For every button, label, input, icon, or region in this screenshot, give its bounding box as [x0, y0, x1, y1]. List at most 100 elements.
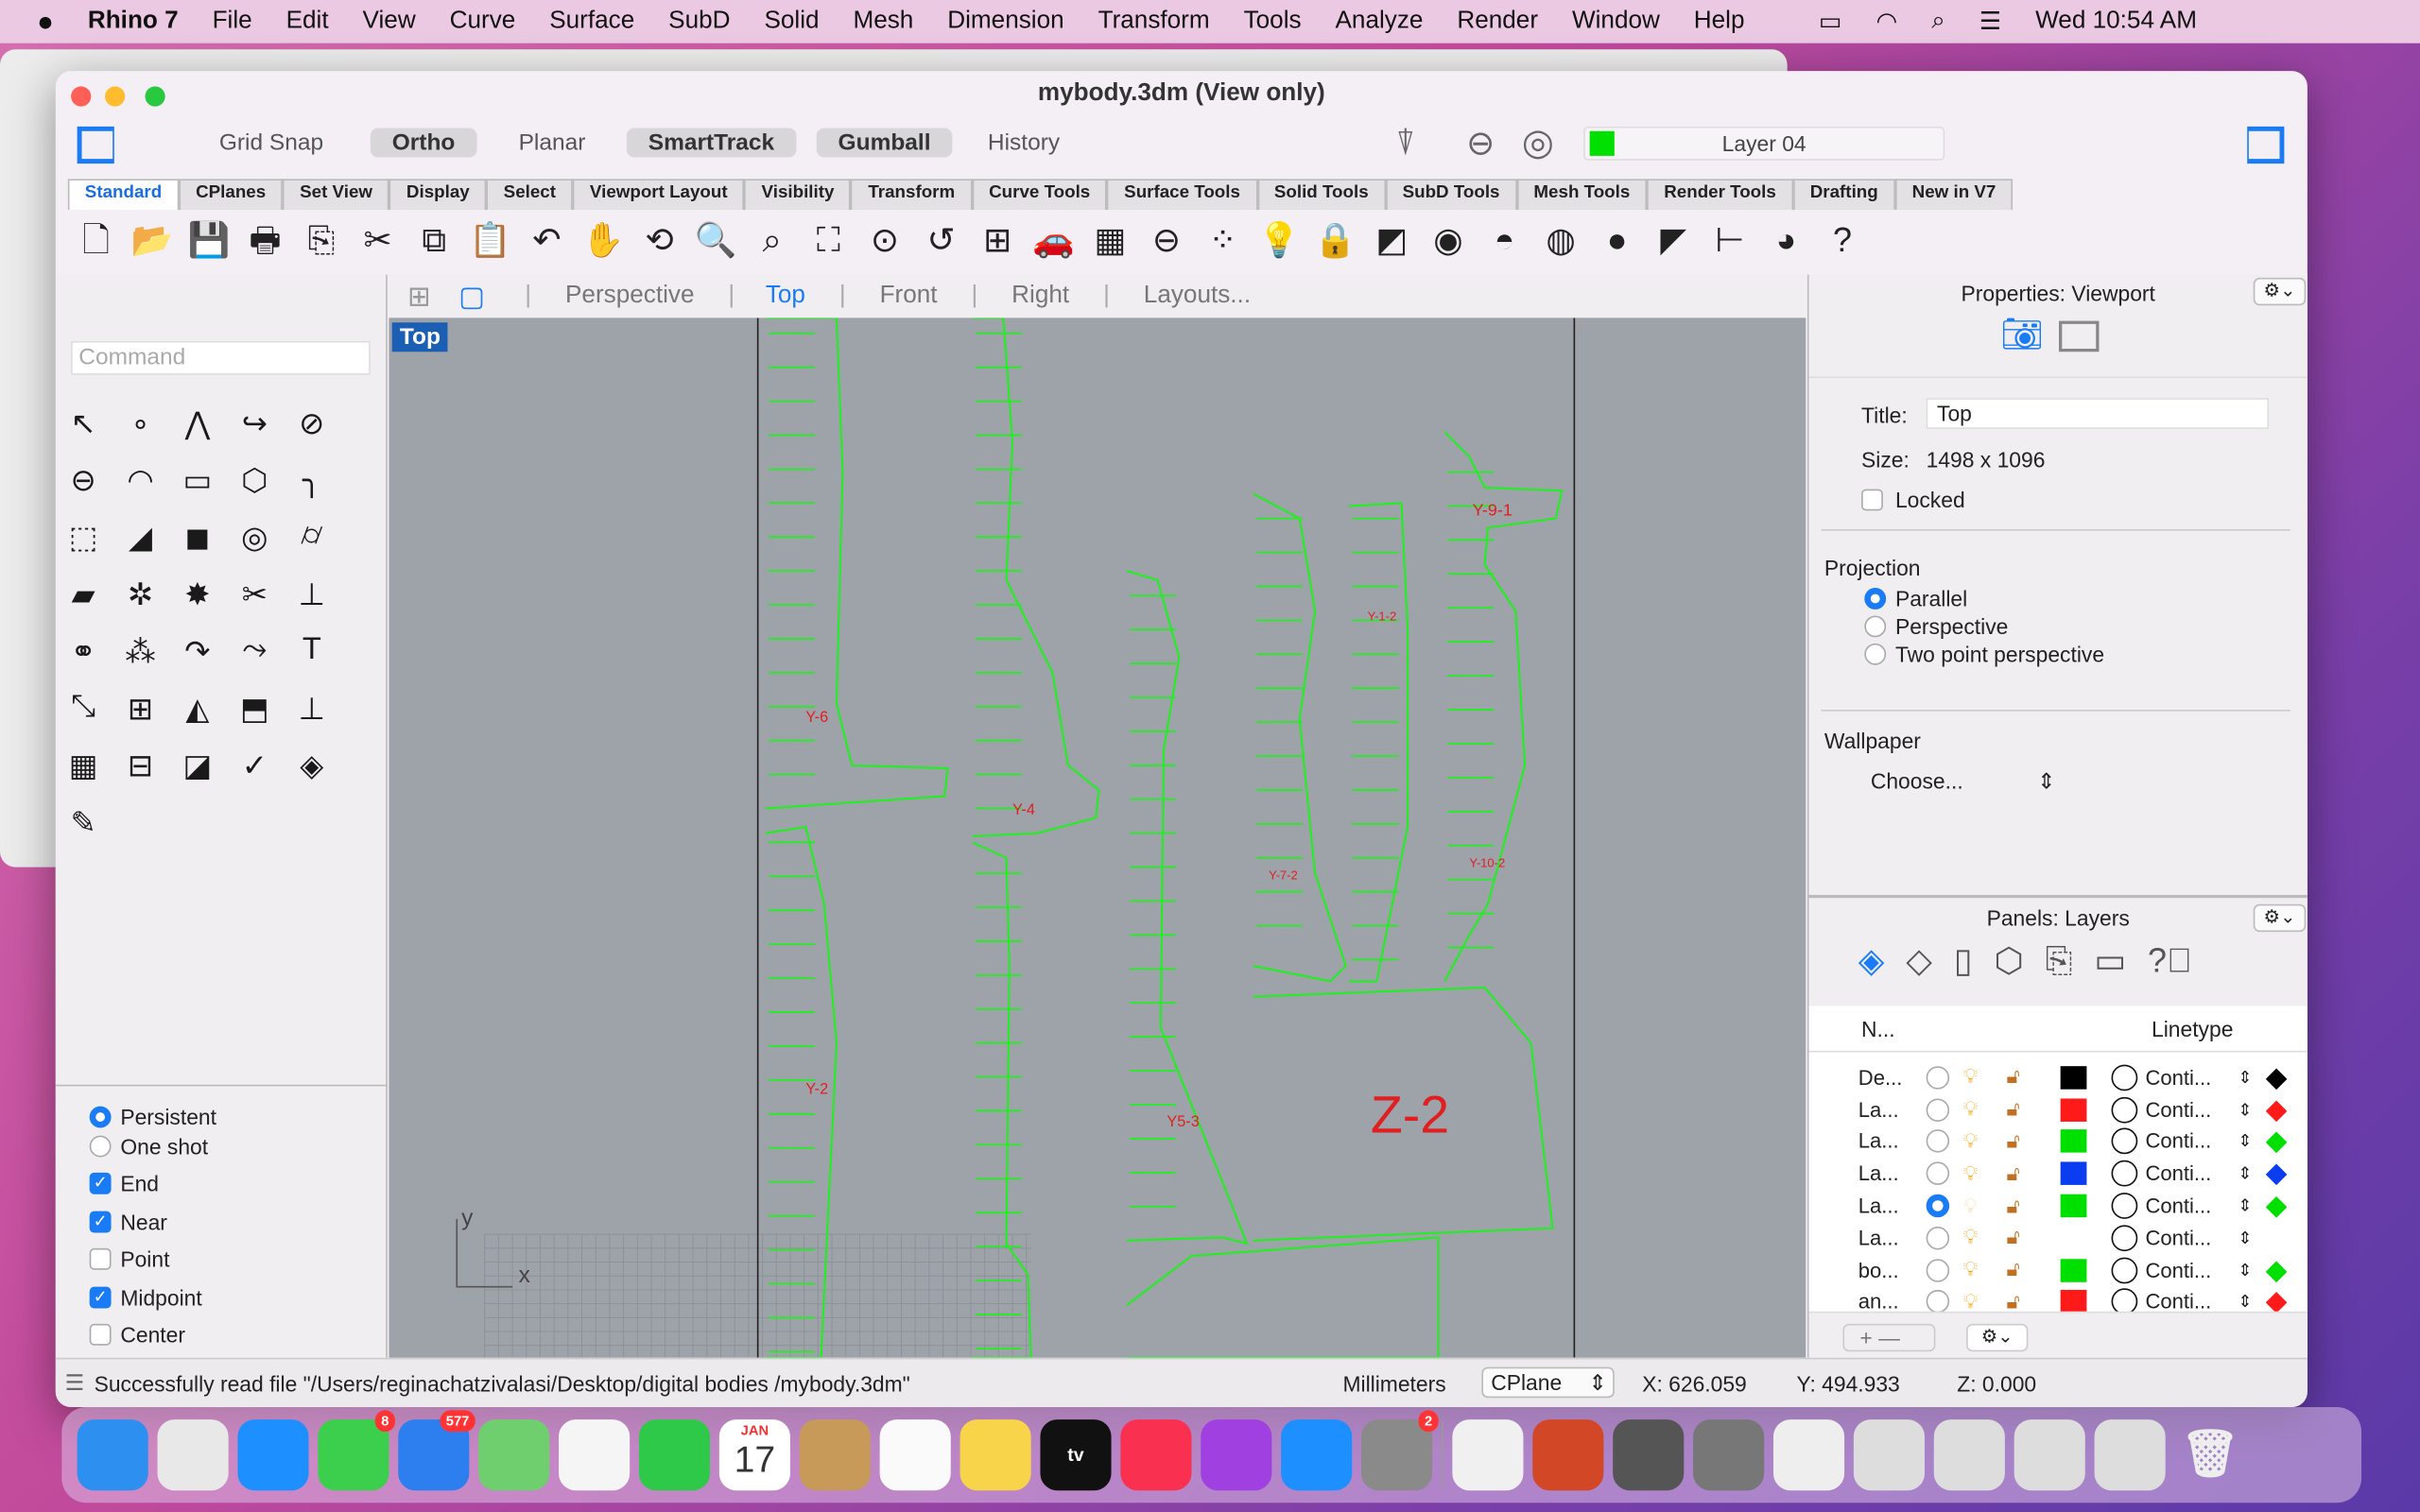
dock-tv[interactable]: tv: [1040, 1419, 1112, 1491]
dock-powerpoint[interactable]: [1532, 1419, 1604, 1491]
four-view-icon[interactable]: ⊞: [407, 280, 431, 312]
tab-transform[interactable]: Transform: [851, 179, 973, 211]
light-icon[interactable]: 💡: [1251, 216, 1307, 266]
control-center-icon[interactable]: ☰: [1979, 7, 2001, 38]
history-toggle[interactable]: History: [966, 129, 1081, 158]
lightbulb-icon[interactable]: 💡︎: [1963, 1065, 1978, 1090]
dock-rhino[interactable]: [1613, 1419, 1685, 1491]
lightbulb-icon[interactable]: 💡︎: [1963, 1161, 1978, 1186]
tab-select[interactable]: Select: [486, 179, 573, 211]
circle-tool[interactable]: ⊘: [288, 404, 335, 443]
screenshot-2[interactable]: [1933, 1419, 2005, 1491]
lock-icon[interactable]: 🔓︎: [2007, 1194, 2020, 1218]
units[interactable]: Millimeters: [1342, 1371, 1445, 1396]
osnap-one-shot[interactable]: One shot: [89, 1127, 216, 1165]
tab-solid-tools[interactable]: Solid Tools: [1256, 179, 1386, 211]
four-view-icon[interactable]: ⊞: [969, 216, 1026, 266]
dock-calendar[interactable]: JAN 17: [718, 1419, 790, 1491]
layers-gear-menu[interactable]: ⚙⌄: [2253, 903, 2307, 933]
color-wheel-icon[interactable]: ◉: [1420, 216, 1477, 266]
arc-tool[interactable]: ◠: [117, 461, 164, 500]
layer-name[interactable]: La...: [1858, 1162, 1899, 1185]
help-icon[interactable]: ?: [1814, 216, 1871, 266]
lightbulb-icon[interactable]: 💡︎: [1963, 1258, 1978, 1282]
current-layer-radio[interactable]: [1926, 1129, 1950, 1154]
search-icon[interactable]: ⌕: [1931, 8, 1945, 35]
apple-icon[interactable]: ●: [37, 6, 54, 38]
tab-drafting[interactable]: Drafting: [1792, 179, 1895, 211]
target-icon[interactable]: ◎: [1522, 120, 1554, 164]
layer-options-gear[interactable]: ⚙⌄: [1966, 1323, 2029, 1352]
dock-photos[interactable]: [559, 1419, 631, 1491]
zoom-selected-icon[interactable]: ⊙: [856, 216, 913, 266]
layer-color-swatch[interactable]: [2060, 1290, 2087, 1314]
explode-tool[interactable]: ✸: [174, 576, 220, 614]
command-input[interactable]: Command: [71, 340, 371, 375]
lightbulb-icon[interactable]: 💡︎: [1963, 1129, 1978, 1154]
tab-set-view[interactable]: Set View: [283, 179, 389, 211]
clock[interactable]: Wed 10:54 AM: [2035, 8, 2197, 35]
material-icon[interactable]: [2111, 1096, 2138, 1124]
layer-selector[interactable]: Layer 04: [1583, 126, 1945, 161]
dock-contacts[interactable]: [799, 1419, 871, 1491]
cube-icon[interactable]: ⬡: [1994, 941, 2023, 981]
column-name[interactable]: N...: [1861, 1017, 1895, 1041]
gear-tool[interactable]: ✲: [117, 576, 164, 614]
menu-file[interactable]: File: [213, 8, 252, 35]
top-viewport[interactable]: Top Y-6 Y-4 Y-2 Y5-3 Y-7-2 Y-1-2 Y-9-1 Y-10-2 Z-…: [389, 318, 1806, 1358]
paint-tool[interactable]: ✎: [60, 804, 107, 843]
open-icon[interactable]: 📂: [124, 216, 181, 266]
single-view-icon[interactable]: ▢: [458, 280, 485, 312]
menu-analyze[interactable]: Analyze: [1335, 8, 1423, 35]
screenshot-1[interactable]: [1853, 1419, 1925, 1491]
loft-tool[interactable]: ◢: [117, 519, 164, 558]
viewport-frame-icon[interactable]: [2059, 320, 2100, 352]
print-icon[interactable]: 🖶: [237, 216, 294, 266]
new-icon[interactable]: 🗋: [68, 216, 125, 266]
material-icon[interactable]: [2111, 1160, 2138, 1188]
print-color-icon[interactable]: ◆: [2266, 1158, 2288, 1190]
layer-row[interactable]: La... 💡︎ 🔓︎ Conti... ⇕ ◆: [1809, 1125, 2308, 1158]
layer-color-swatch[interactable]: [2060, 1194, 2087, 1218]
copy-icon[interactable]: ⧉: [406, 216, 462, 266]
fillet-tool[interactable]: ╮: [288, 461, 335, 500]
wifi-icon[interactable]: ◠: [1876, 7, 1897, 38]
menu-tools[interactable]: Tools: [1244, 8, 1302, 35]
layer-color-swatch[interactable]: [2060, 1097, 2087, 1122]
smarttrack-toggle[interactable]: SmartTrack: [626, 128, 797, 158]
help-icon[interactable]: ?⃝: [2148, 941, 2192, 981]
tab-subd-tools[interactable]: SubD Tools: [1385, 179, 1517, 211]
menu-help[interactable]: Help: [1694, 8, 1745, 35]
layer-name[interactable]: La...: [1858, 1130, 1899, 1153]
shade-tool[interactable]: ◈: [288, 747, 335, 785]
lightbulb-icon[interactable]: 💡︎: [1963, 1097, 1978, 1122]
dimension-icon[interactable]: ⊢: [1702, 216, 1758, 266]
layer-name[interactable]: bo...: [1858, 1259, 1899, 1281]
dock-notes[interactable]: [959, 1419, 1031, 1491]
list-icon[interactable]: ☰: [65, 1370, 85, 1397]
grid-snap-toggle[interactable]: Grid Snap: [198, 129, 345, 158]
print-color-icon[interactable]: ◆: [2266, 1254, 2288, 1286]
lock-icon[interactable]: 🔓︎: [2007, 1161, 2020, 1186]
locked-checkbox[interactable]: Locked: [1861, 488, 1965, 512]
tab-viewport-layout[interactable]: Viewport Layout: [572, 179, 745, 211]
text-tool[interactable]: T: [288, 632, 335, 668]
solid-edit-tool[interactable]: ⬒: [232, 690, 278, 729]
group-tool[interactable]: ⁂: [117, 632, 164, 671]
layer-linetype[interactable]: Conti...: [2145, 1227, 2211, 1249]
tab-display[interactable]: Display: [389, 179, 487, 211]
current-layer-radio[interactable]: [1926, 1290, 1950, 1314]
lock-icon[interactable]: 🔓︎: [2007, 1226, 2020, 1250]
dock-system-preferences[interactable]: 2: [1361, 1410, 1439, 1491]
properties-icon[interactable]: ◤: [1645, 216, 1702, 266]
current-layer-radio[interactable]: [1926, 1258, 1950, 1282]
cplane-icon[interactable]: ⊖: [1138, 216, 1195, 266]
osnap-near[interactable]: ✓ Near: [89, 1203, 216, 1241]
lock-icon[interactable]: 🔓︎: [2007, 1065, 2020, 1090]
downloads-stack[interactable]: [1693, 1419, 1765, 1491]
sphere-icon[interactable]: ◓: [1477, 216, 1533, 266]
menu-curve[interactable]: Curve: [450, 8, 516, 35]
lightbulb-icon[interactable]: 💡︎: [1963, 1226, 1978, 1250]
osnap-center[interactable]: Center: [89, 1316, 216, 1354]
layer-linetype[interactable]: Conti...: [2145, 1066, 2211, 1089]
